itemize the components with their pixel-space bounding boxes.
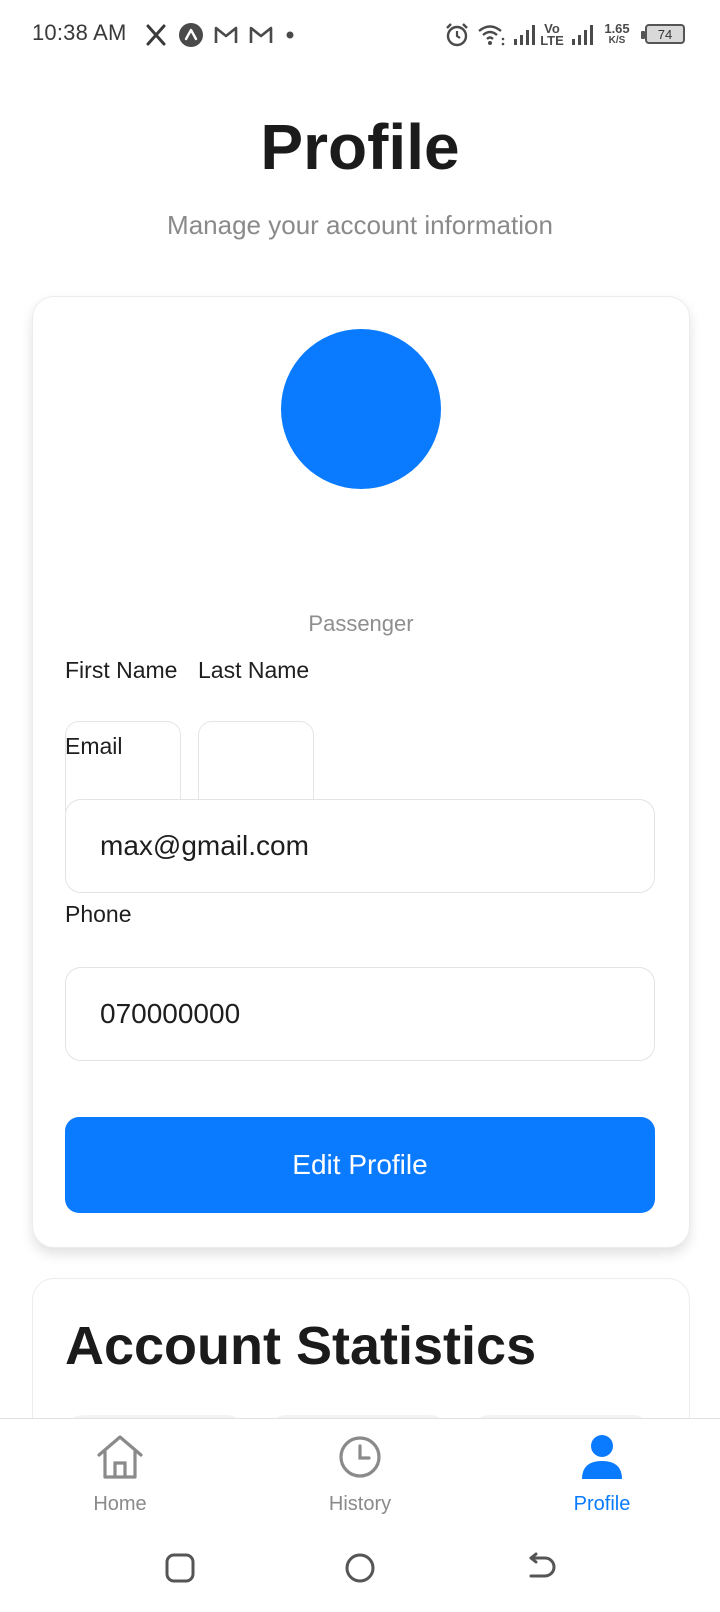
nav-label-home: Home (93, 1493, 147, 1515)
phone-field[interactable]: 070000000 (65, 967, 655, 1061)
back-button[interactable] (520, 1548, 560, 1588)
app-a-icon (178, 20, 204, 50)
status-bar: 10:38 AM Vo LTE 1.65 K/S 74 (0, 0, 720, 72)
page-subtitle: Manage your account information (167, 210, 553, 240)
gmail-icon (248, 20, 274, 50)
profile-card: Passenger First Name Last Name Email max… (32, 296, 690, 1248)
net-speed: 1.65 K/S (600, 20, 634, 50)
status-time: 10:38 AM (32, 20, 127, 45)
nav-label-profile: Profile (573, 1493, 631, 1515)
nav-item-history[interactable]: History (280, 1431, 440, 1527)
net-speed-value: 1.65 (604, 21, 630, 36)
avatar[interactable] (281, 329, 441, 489)
first-name-label: First Name (65, 657, 178, 683)
net-speed-unit: K/S (608, 35, 626, 46)
dot-icon (284, 20, 296, 50)
gmail-icon (213, 20, 239, 50)
phone-label: Phone (65, 901, 132, 927)
signal-icon (512, 20, 538, 50)
page-title: Profile (260, 111, 460, 183)
home-button[interactable] (340, 1548, 380, 1588)
x-icon (143, 20, 169, 50)
battery-level: 74 (657, 26, 673, 42)
nav-item-profile[interactable]: Profile (522, 1431, 682, 1527)
signal-icon (570, 20, 596, 50)
phone-value: 070000000 (100, 998, 241, 1029)
role-label: Passenger (308, 611, 414, 636)
stats-title: Account Statistics (65, 1316, 537, 1376)
recent-apps-button[interactable] (160, 1548, 200, 1588)
nav-item-home[interactable]: Home (40, 1431, 200, 1527)
email-value: max@gmail.com (100, 830, 309, 861)
bottom-nav: Home History Profile (0, 1418, 720, 1531)
volte-label: Vo LTE (540, 21, 564, 48)
edit-profile-button[interactable]: Edit Profile (65, 1117, 655, 1213)
battery-indicator: 74 (641, 24, 685, 44)
home-icon (94, 1431, 146, 1483)
last-name-label: Last Name (198, 657, 310, 683)
nav-label-history: History (328, 1493, 392, 1515)
wifi-icon (476, 20, 506, 50)
alarm-icon (443, 20, 471, 50)
system-nav-bar (0, 1530, 720, 1612)
person-icon (576, 1431, 628, 1483)
email-label: Email (65, 733, 123, 759)
clock-icon (334, 1431, 386, 1483)
email-field[interactable]: max@gmail.com (65, 799, 655, 893)
